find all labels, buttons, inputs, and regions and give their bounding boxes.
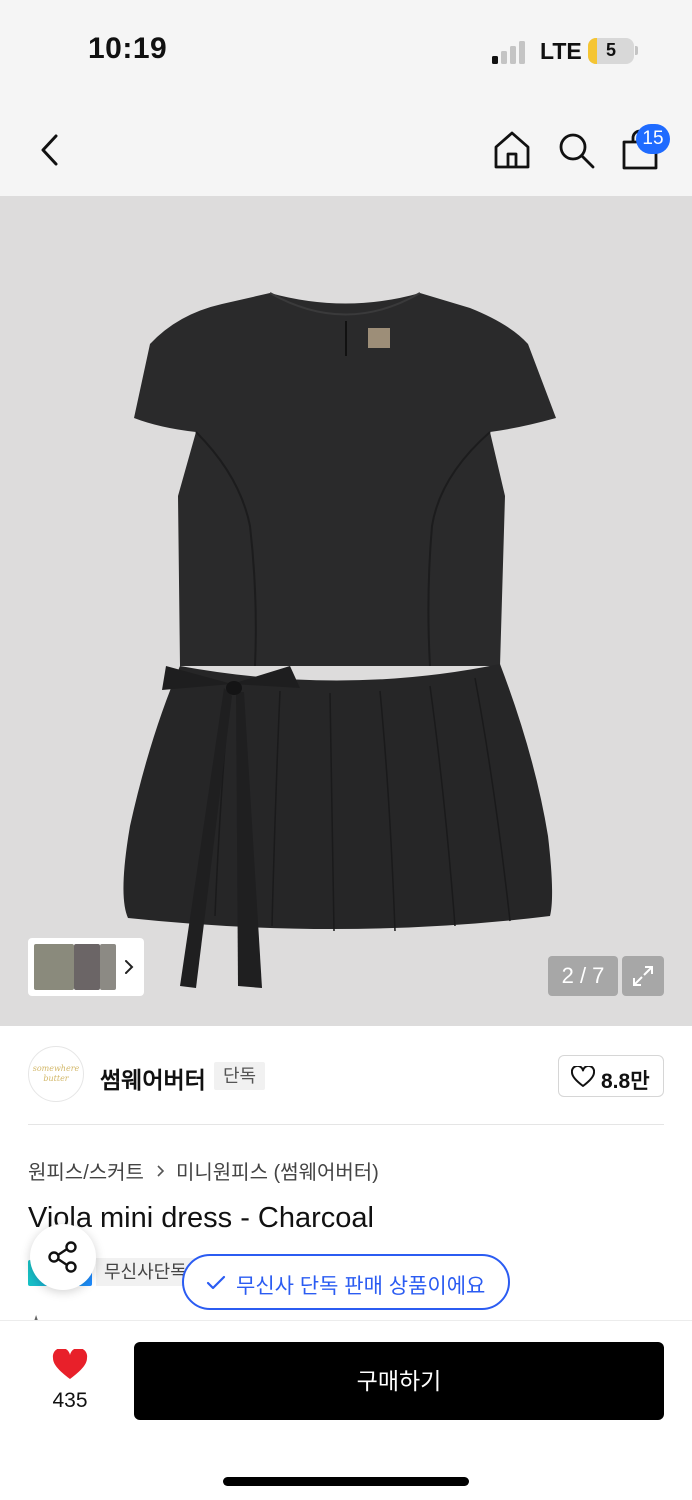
breadcrumb-category[interactable]: 원피스/스커트 — [28, 1156, 144, 1185]
battery-nub — [635, 46, 638, 55]
top-nav — [0, 100, 692, 196]
chevron-right-icon[interactable] — [122, 958, 136, 976]
status-time: 10:19 — [88, 32, 168, 65]
expand-button[interactable] — [622, 956, 664, 996]
heart-filled-icon — [52, 1349, 88, 1379]
home-indicator — [223, 1477, 469, 1486]
bottom-action-bar: 435 구매하기 — [0, 1320, 692, 1500]
brand-like-button[interactable]: 8.8만 — [558, 1055, 664, 1097]
exclusive-tag: 단독 — [214, 1062, 266, 1090]
brand-logo[interactable]: somewhere butter — [28, 1046, 84, 1102]
expand-icon — [633, 966, 653, 986]
breadcrumb-subcategory[interactable]: 미니원피스 (썸웨어버터) — [176, 1156, 379, 1185]
home-icon[interactable] — [490, 128, 534, 172]
chevron-right-icon — [157, 1164, 165, 1177]
brand-like-count: 8.8만 — [601, 1070, 650, 1093]
thumbnail-strip[interactable] — [28, 938, 144, 996]
status-bar: 10:19 LTE 5 — [0, 0, 692, 100]
thumbnail-1[interactable] — [34, 944, 74, 990]
chevron-left-icon[interactable] — [34, 130, 66, 170]
wishlist-count: 435 — [52, 1389, 88, 1412]
brand-logo-text: somewhere butter — [32, 1064, 80, 1083]
network-label: LTE — [540, 38, 582, 64]
battery-icon: 5 — [588, 38, 634, 64]
exclusive-badge: 무신사단독 — [96, 1258, 195, 1286]
product-image-gallery[interactable]: 2 / 7 — [0, 196, 692, 1026]
share-icon — [48, 1241, 77, 1273]
battery-level: 5 — [605, 40, 616, 60]
gallery-page-indicator: 2 / 7 — [548, 956, 618, 996]
product-image — [123, 292, 556, 988]
check-icon — [206, 1275, 226, 1290]
breadcrumb: 원피스/스커트 미니원피스 (썸웨어버터) — [28, 1156, 379, 1185]
cart-count-badge: 15 — [636, 124, 670, 154]
toast-message: 무신사 단독 판매 상품이에요 — [236, 1275, 486, 1298]
wishlist-button[interactable]: 435 — [30, 1343, 110, 1419]
brand-name[interactable]: 썸웨어버터 — [100, 1061, 206, 1095]
share-button[interactable] — [30, 1224, 96, 1290]
exclusive-toast: 무신사 단독 판매 상품이에요 — [182, 1254, 510, 1310]
thumbnail-3[interactable] — [100, 944, 116, 990]
divider — [28, 1124, 664, 1125]
heart-outline-icon — [571, 1066, 595, 1087]
search-icon[interactable] — [554, 128, 598, 172]
signal-icon — [492, 40, 528, 64]
buy-button[interactable]: 구매하기 — [134, 1342, 664, 1420]
thumbnail-2[interactable] — [74, 944, 100, 990]
